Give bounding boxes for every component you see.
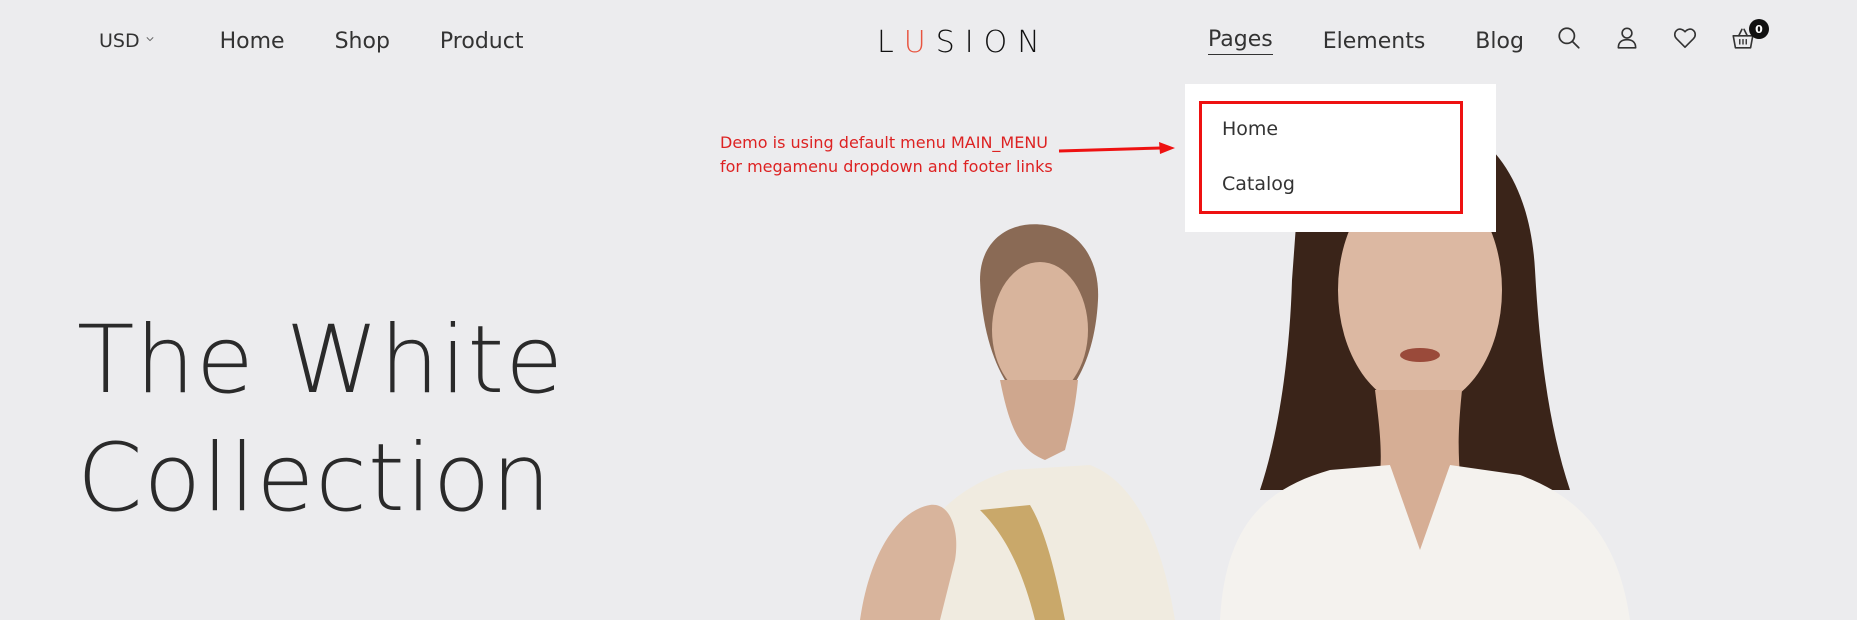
model-left	[860, 224, 1175, 620]
nav-product[interactable]: Product	[440, 29, 524, 54]
heart-icon	[1673, 28, 1697, 49]
nav-elements[interactable]: Elements	[1323, 29, 1426, 54]
pages-dropdown-menu: Home Catalog	[1185, 84, 1496, 232]
nav-blog[interactable]: Blog	[1475, 29, 1524, 54]
hero-title-line-1: The White	[77, 306, 565, 415]
user-icon	[1617, 27, 1637, 49]
header-nav-left: USD Home Shop Product	[99, 26, 523, 56]
chevron-down-icon	[146, 37, 154, 42]
currency-selector[interactable]: USD	[99, 30, 154, 52]
header-nav-right: Pages Elements Blog	[1208, 26, 1574, 56]
wishlist-button[interactable]	[1671, 24, 1699, 52]
logo-rest: SION	[935, 25, 1050, 60]
search-button[interactable]	[1555, 24, 1583, 52]
dropdown-item-home[interactable]: Home	[1222, 118, 1278, 140]
currency-label: USD	[99, 30, 140, 52]
cart-count-badge: 0	[1749, 19, 1769, 39]
logo-letter: L	[877, 25, 904, 60]
hero-title-line-2: Collection	[77, 424, 552, 533]
site-logo[interactable]: L U SION	[877, 25, 1050, 60]
nav-home[interactable]: Home	[220, 29, 285, 54]
cart-button[interactable]: 0	[1729, 19, 1769, 52]
page: USD Home Shop Product L U SION Pages Ele…	[0, 0, 1857, 620]
account-button[interactable]	[1613, 24, 1641, 52]
hero-title: The White Collection	[77, 302, 564, 538]
search-icon	[1558, 27, 1580, 49]
logo-accent-letter: U	[903, 25, 936, 60]
header-icons: 0	[1555, 19, 1787, 52]
nav-pages[interactable]: Pages	[1208, 27, 1273, 55]
dropdown-item-catalog[interactable]: Catalog	[1222, 173, 1295, 195]
nav-shop[interactable]: Shop	[335, 29, 390, 54]
